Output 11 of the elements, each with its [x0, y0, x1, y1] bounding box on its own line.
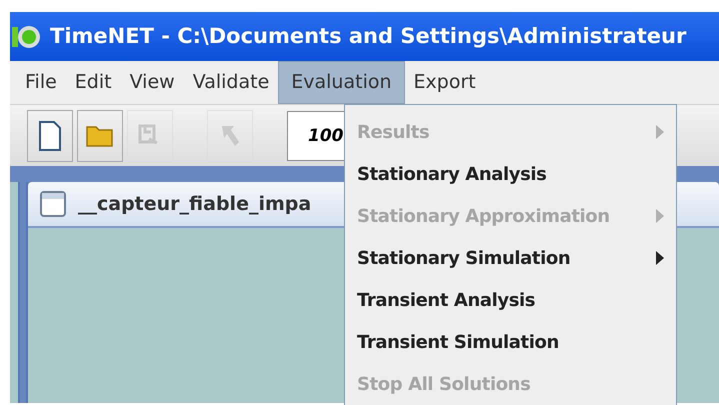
menu-item[interactable]: Export [404, 61, 485, 104]
menu-item[interactable]: Validate [184, 61, 278, 104]
menu-item[interactable]: Evaluation [278, 61, 405, 104]
menu-option[interactable]: Transient Analysis [345, 279, 676, 321]
window-title: TimeNET - C:\Documents and Settings\Administrateur [50, 22, 686, 50]
frame-title: __capteur_fiable_impa [78, 192, 312, 217]
menu-option[interactable]: Stationary Simulation [345, 237, 676, 279]
menu-item[interactable]: Edit [66, 61, 121, 104]
menu-item[interactable]: View [120, 61, 184, 104]
menu-item[interactable]: File [16, 61, 66, 104]
menu-option[interactable]: Transient Simulation [345, 321, 676, 363]
